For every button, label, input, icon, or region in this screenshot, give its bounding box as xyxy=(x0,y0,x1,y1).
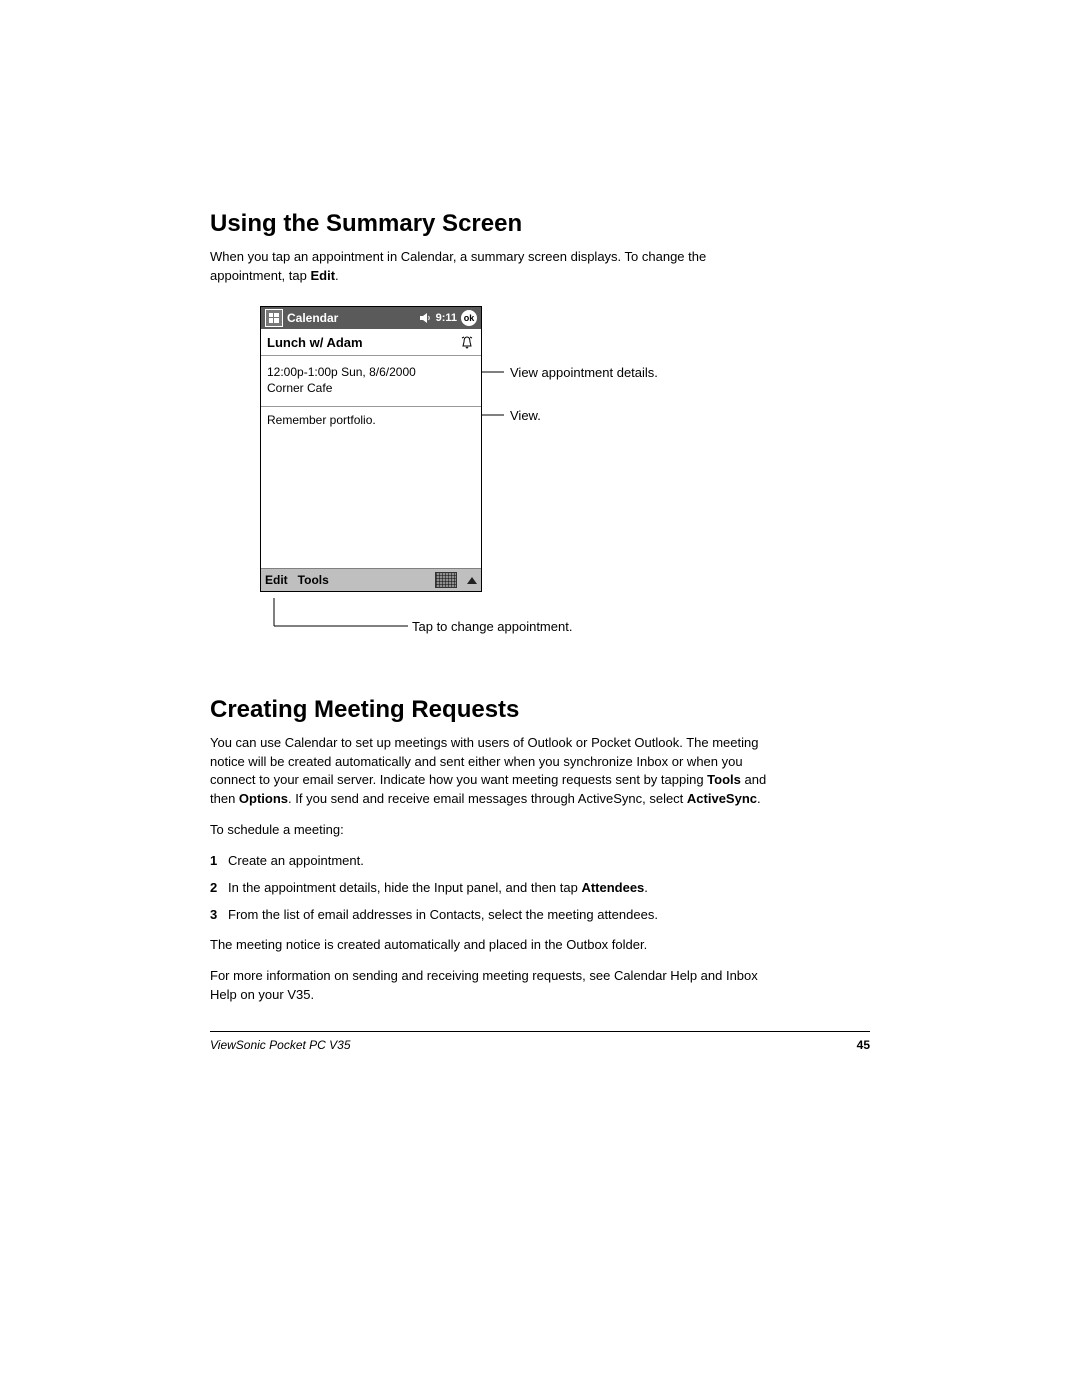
speaker-icon[interactable] xyxy=(418,311,432,325)
list-item: 1 Create an appointment. xyxy=(210,852,790,871)
appointment-details: 12:00p-1:00p Sun, 8/6/2000 Corner Cafe xyxy=(261,356,481,407)
step-number: 1 xyxy=(210,852,217,871)
steps-list: 1 Create an appointment. 2 In the appointm… xyxy=(210,852,790,925)
heading-meeting-requests: Creating Meeting Requests xyxy=(210,696,870,724)
keyboard-icon[interactable] xyxy=(435,572,457,588)
callout-details: View appointment details. xyxy=(510,365,658,380)
page-footer: ViewSonic Pocket PC V35 45 xyxy=(210,1031,870,1052)
ok-button[interactable]: ok xyxy=(461,310,477,326)
menubar: Edit Tools xyxy=(261,568,481,591)
start-flag-icon[interactable] xyxy=(265,309,283,327)
page-number: 45 xyxy=(857,1038,870,1052)
appointment-notes: Remember portfolio. xyxy=(261,407,481,568)
footer-product: ViewSonic Pocket PC V35 xyxy=(210,1038,351,1052)
appointment-location: Corner Cafe xyxy=(267,380,475,396)
text-schedule-intro: To schedule a meeting: xyxy=(210,821,780,840)
step-text: Create an appointment. xyxy=(228,853,364,868)
paragraph-summary-intro: When you tap an appointment in Calendar,… xyxy=(210,248,780,286)
text-bold-activesync: ActiveSync xyxy=(687,791,757,806)
appointment-subject-row: Lunch w/ Adam xyxy=(261,329,481,356)
callout-notes: View. xyxy=(510,408,541,423)
paragraph-more-info: For more information on sending and rece… xyxy=(210,967,780,1005)
text: . xyxy=(335,268,339,283)
paragraph-outbox: The meeting notice is created automatica… xyxy=(210,936,780,955)
step-text: . xyxy=(644,880,648,895)
reminder-bell-icon[interactable] xyxy=(459,335,475,351)
text-bold-edit: Edit xyxy=(310,268,335,283)
step-number: 2 xyxy=(210,879,217,898)
appointment-subject: Lunch w/ Adam xyxy=(267,335,363,350)
callout-edit: Tap to change appointment. xyxy=(412,619,572,634)
titlebar: Calendar 9:11 ok xyxy=(261,307,481,329)
text-bold-attendees: Attendees xyxy=(581,880,644,895)
text: . xyxy=(757,791,761,806)
paragraph-meeting-intro: You can use Calendar to set up meetings … xyxy=(210,734,780,809)
step-text: In the appointment details, hide the Inp… xyxy=(228,880,581,895)
menu-edit[interactable]: Edit xyxy=(265,573,288,587)
list-item: 2 In the appointment details, hide the In… xyxy=(210,879,790,898)
list-item: 3 From the list of email addresses in Con… xyxy=(210,906,790,925)
input-panel-up-icon[interactable] xyxy=(467,577,477,584)
step-number: 3 xyxy=(210,906,217,925)
figure-summary-screen: Calendar 9:11 ok Lunch w/ Adam xyxy=(260,306,920,666)
text-bold-tools: Tools xyxy=(707,772,741,787)
menu-tools[interactable]: Tools xyxy=(298,573,329,587)
notes-text: Remember portfolio. xyxy=(267,413,376,427)
app-title: Calendar xyxy=(287,311,338,325)
pocketpc-screenshot: Calendar 9:11 ok Lunch w/ Adam xyxy=(260,306,482,592)
text: When you tap an appointment in Calendar,… xyxy=(210,249,706,283)
text: You can use Calendar to set up meetings … xyxy=(210,735,758,788)
appointment-time-date: 12:00p-1:00p Sun, 8/6/2000 xyxy=(267,364,475,380)
clock-time: 9:11 xyxy=(436,312,457,324)
step-text: From the list of email addresses in Cont… xyxy=(228,907,658,922)
text: . If you send and receive email messages… xyxy=(288,791,687,806)
heading-summary-screen: Using the Summary Screen xyxy=(210,210,870,238)
text-bold-options: Options xyxy=(239,791,288,806)
